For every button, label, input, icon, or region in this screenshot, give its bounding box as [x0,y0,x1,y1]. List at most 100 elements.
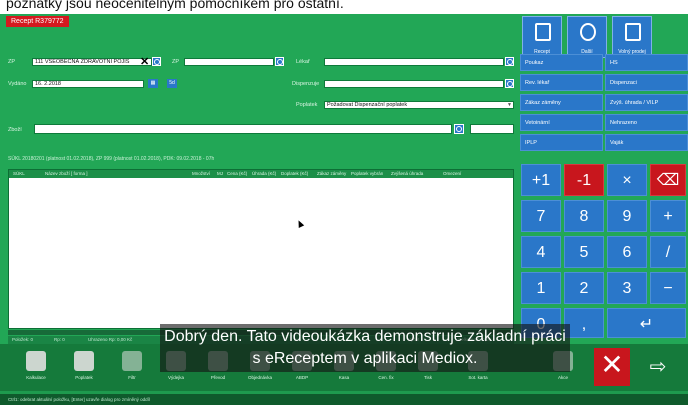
zp-search-icon[interactable] [152,57,161,66]
objednavka-label: Objednávka [247,375,273,380]
key-comma[interactable]: , [564,308,604,338]
dispenzuje-field[interactable] [324,80,504,88]
lekar-search-icon[interactable] [505,57,514,66]
top-caption-band: poznatky jsou neocenitelným pomocníkem p… [0,0,688,14]
volny-prodej-tile[interactable]: Volný prodej [612,16,652,58]
play-icon [580,23,596,41]
key-plus-one[interactable]: +1 [521,164,561,196]
key-5[interactable]: 5 [564,236,604,268]
cash-icon [625,23,641,41]
lekar-field[interactable] [324,58,504,66]
dispenzace-button[interactable]: Dispenzaci [605,74,688,91]
zbozi-label: Zboží [8,127,22,133]
poplatek-value: Požadovat Dispenzační poplatek [327,102,408,108]
recept-tile[interactable]: Recept [522,16,562,58]
dispenzuje-label: Dispenzuje [292,81,320,87]
exit-button[interactable]: ⇨ [640,350,676,384]
next-tile[interactable]: Další [567,16,607,58]
calendar-icon[interactable]: ▦ [148,79,158,88]
vajak-button[interactable]: Vaják [605,134,688,151]
key-4[interactable]: 4 [521,236,561,268]
akce-label: Akce [557,375,568,380]
cen-fix-label: Cen. fix [378,375,394,380]
dispenzuje-search-icon[interactable] [505,79,514,88]
calculator-button[interactable]: Kalkulace [18,348,54,384]
key-3[interactable]: 3 [607,272,647,304]
iplp-button[interactable]: IPLP [520,134,603,151]
key-7[interactable]: 7 [521,200,561,232]
date-offset-button[interactable]: 5d [167,79,177,88]
col-price[interactable]: Cena (Kč) [227,171,247,176]
rev-lekar-button[interactable]: Rev. lékař [520,74,603,91]
backspace-icon[interactable]: ⌫ [650,164,686,196]
key-divide[interactable]: / [650,236,686,268]
top-caption: poznatky jsou neocenitelným pomocníkem p… [6,0,344,11]
poplatek-button[interactable]: Poplatek [66,348,102,384]
vydano-label: Vydáno [8,81,27,87]
col-name[interactable]: Název zboží [ forma ] [45,171,88,176]
col-sukl[interactable]: SÚKL [13,171,25,176]
zp-label: ZP [8,59,16,65]
chevron-down-icon: ▼ [507,102,512,108]
help-footer: Ctrl1: odebrat aktuální položku, [Enter]… [0,394,688,405]
cancel-button[interactable]: ✕ [594,348,630,386]
col-increased[interactable]: Zvýšená úhrada [391,171,423,176]
zp-field[interactable]: 111 VŠEOBECNÁ ZDRAVOTNÍ POJIŠ [32,58,152,66]
filter-button[interactable]: Filtr [114,348,150,384]
veterinarni-button[interactable]: Vetoinární [520,114,603,131]
key-1[interactable]: 1 [521,272,561,304]
key-9[interactable]: 9 [607,200,647,232]
poplatek-label: Poplatek [296,102,318,108]
key-2[interactable]: 2 [564,272,604,304]
key-plus[interactable]: + [650,200,686,232]
key-minus[interactable]: − [650,272,686,304]
zvys-uhrada-button[interactable]: Zvýš. úhrada / VILP [605,94,688,111]
zp2-search-icon[interactable] [275,57,284,66]
card-label: Sot. karta [468,375,488,380]
zp2-field[interactable] [184,58,274,66]
mouse-cursor-icon [295,219,305,228]
poplatek-button-label: Poplatek [75,375,93,380]
clear-icon[interactable]: ✕ [140,57,149,68]
video-subtitle: Dobrý den. Tato videoukázka demonstruje … [160,324,570,372]
status-items: Položek: 0 [12,337,34,342]
kasa-label: Kasa [338,375,350,380]
abdp-label: ABDP [295,375,309,380]
key-minus-one[interactable]: -1 [564,164,604,196]
key-6[interactable]: 6 [607,236,647,268]
col-substitution[interactable]: Zákaz záměny [317,171,346,176]
col-fee[interactable]: Poplatek vybrán [351,171,383,176]
recept-tag: Recept R379772 [6,16,69,27]
col-reimbursement[interactable]: Úhrada (Kč) [252,171,276,176]
exit-icon: ⇨ [649,356,667,378]
items-table[interactable]: SÚKL Název zboží [ forma ] Množství MJ C… [8,169,514,329]
col-unit[interactable]: MJ [217,171,223,176]
print-label: Tisk [423,375,433,380]
nehrazeno-button[interactable]: Nehrazeno [605,114,688,131]
filter-icon [122,351,142,371]
hs-button[interactable]: HS [605,54,688,71]
zbozi-search-icon[interactable] [454,124,464,134]
status-rp: Rp: 0 [54,337,65,342]
poukaz-button[interactable]: Poukaz [520,54,603,71]
document-icon [535,23,551,41]
close-icon: ✕ [600,349,624,380]
col-quantity[interactable]: Množství [192,171,210,176]
key-8[interactable]: 8 [564,200,604,232]
calculator-icon [26,351,46,371]
status-paid: Uhrazeno Rp: 0,00 Kč [88,337,133,342]
zbozi-search-input[interactable] [34,124,452,134]
right-panel: Recept Další Volný prodej Poukaz HS Rev.… [518,14,688,164]
enter-icon[interactable]: ↵ [607,308,686,338]
col-limit[interactable]: Omezení [443,171,461,176]
col-copay[interactable]: Doplatek (Kč) [281,171,308,176]
zakaz-zameny-button[interactable]: Zákaz záměny [520,94,603,111]
key-multiply[interactable]: × [607,164,647,196]
filter-label: Filtr [128,375,136,380]
vydano-field[interactable]: 16. 2.2018 [32,80,144,88]
poplatek-select[interactable]: Požadovat Dispenzační poplatek ▼ [324,101,514,109]
prevod-label: Převod [210,375,226,380]
quantity-field[interactable] [470,124,514,134]
table-header: SÚKL Název zboží [ forma ] Množství MJ C… [9,170,513,178]
receipt-icon [74,351,94,371]
